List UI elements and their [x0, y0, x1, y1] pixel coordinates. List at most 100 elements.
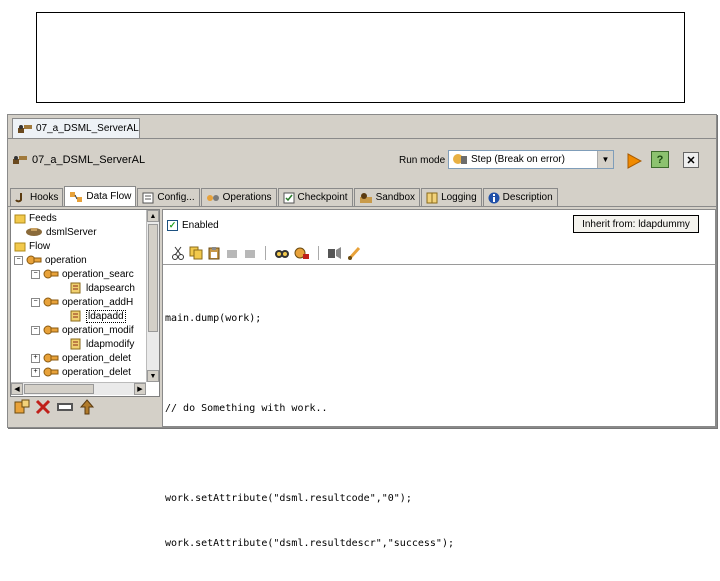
tab-description[interactable]: Description	[482, 188, 558, 206]
collapse-icon[interactable]: −	[31, 297, 40, 307]
tab-label: Data Flow	[86, 191, 132, 202]
copy-icon[interactable]	[189, 246, 203, 260]
tree-label: Feeds	[29, 212, 57, 224]
scroll-right-icon[interactable]: ▶	[134, 383, 146, 395]
tree-label: operation_modif	[62, 324, 134, 336]
delete-icon[interactable]	[35, 399, 51, 415]
tab-sandbox[interactable]: Sandbox	[353, 188, 421, 206]
tab-label: Checkpoint	[297, 192, 348, 203]
operation-icon	[43, 297, 59, 307]
tab-logging[interactable]: Logging	[421, 188, 482, 206]
close-button[interactable]: ✕	[683, 152, 699, 168]
tree-item-op-add[interactable]: − operation_addH	[31, 295, 133, 309]
toolbar-separator	[318, 246, 319, 260]
code-line: main.dump(work);	[165, 313, 262, 324]
cut-icon[interactable]	[171, 246, 185, 260]
editor-toolbar	[171, 246, 363, 260]
document-tab-label: 07_a_DSML_ServerAL	[36, 123, 139, 134]
tree-horizontal-scrollbar[interactable]: ◀ ▶	[11, 382, 146, 395]
scroll-down-icon[interactable]: ▼	[147, 370, 159, 382]
assembly-line-icon	[18, 124, 32, 133]
run-button[interactable]	[626, 153, 642, 169]
script-icon	[70, 310, 81, 322]
sandbox-icon	[359, 192, 372, 203]
brush-icon[interactable]	[347, 246, 363, 260]
scroll-up-icon[interactable]: ▲	[147, 210, 159, 222]
help-icon: ?	[656, 153, 664, 166]
tree-item-feeds[interactable]: Feeds	[14, 211, 57, 225]
tree-item-flow[interactable]: Flow	[14, 239, 50, 253]
tab-checkpoint[interactable]: Checkpoint	[277, 188, 353, 206]
assembly-line-window: 07_a_DSML_ServerAL 07_a_DSML_ServerAL Ru…	[7, 114, 717, 549]
expand-icon[interactable]: +	[31, 353, 40, 363]
tab-label: Logging	[441, 192, 477, 203]
tab-data-flow[interactable]: Data Flow	[64, 186, 137, 206]
close-icon: ✕	[686, 154, 696, 167]
tree-label: operation	[45, 254, 87, 266]
operation-icon	[43, 269, 59, 279]
document-tab[interactable]: 07_a_DSML_ServerAL	[12, 118, 140, 138]
script-icon	[70, 282, 81, 294]
hook-icon	[15, 192, 22, 202]
tab-config[interactable]: Config...	[137, 188, 200, 206]
collapse-icon[interactable]: −	[14, 255, 23, 265]
tab-divider	[8, 206, 716, 207]
run-mode-select[interactable]: Step (Break on error) ▼	[448, 150, 614, 169]
add-component-icon[interactable]	[14, 399, 30, 415]
scroll-thumb[interactable]	[148, 224, 158, 332]
tab-label: Hooks	[30, 192, 59, 203]
tree-label: operation_delet	[62, 366, 131, 378]
tab-bar: Hooks Data Flow Config... Operations Che…	[10, 186, 559, 206]
help-button[interactable]: ?	[651, 151, 669, 168]
script-editor-icon[interactable]	[327, 246, 343, 260]
paste-icon[interactable]	[207, 246, 221, 260]
script-editor[interactable]: main.dump(work); // do Something with wo…	[163, 264, 715, 549]
code-line: work.setAttribute("dsml.resultdescr","su…	[165, 538, 454, 549]
tree-item-ldapsearch[interactable]: ldapsearch	[69, 281, 135, 295]
tree-item-dsmlserver[interactable]: dsmlServer	[25, 225, 97, 239]
redo-icon[interactable]	[243, 246, 257, 260]
inherit-button[interactable]: Inherit from: ldapdummy	[573, 215, 699, 233]
tree-item-ldapadd[interactable]: ldapadd	[69, 309, 126, 323]
move-icon[interactable]	[79, 399, 95, 415]
enabled-checkbox[interactable]: ✓	[167, 220, 178, 231]
expand-icon[interactable]: +	[31, 367, 40, 377]
toolbar-separator	[265, 246, 266, 260]
tab-label: Operations	[222, 192, 272, 203]
rename-icon[interactable]	[56, 399, 74, 415]
operation-icon	[43, 353, 59, 363]
tree-item-ldapmodify[interactable]: ldapmodify	[69, 337, 134, 351]
run-mode-value: Step (Break on error)	[471, 154, 565, 165]
tree-label: dsmlServer	[46, 226, 97, 238]
connector-icon	[26, 228, 42, 236]
enabled-label: Enabled	[182, 220, 219, 231]
tree-label: operation_searc	[62, 268, 134, 280]
collapse-icon[interactable]: −	[31, 325, 40, 335]
tree-item-op-delete[interactable]: + operation_delet	[31, 351, 131, 365]
tree-label: operation_delet	[62, 352, 131, 364]
code-line: // do Something with work..	[165, 403, 328, 414]
tree-vertical-scrollbar[interactable]: ▲ ▼	[146, 210, 159, 382]
undo-icon[interactable]	[225, 246, 239, 260]
replace-icon[interactable]	[294, 246, 310, 260]
find-icon[interactable]	[274, 246, 290, 260]
tree-item-op-delete-2[interactable]: + operation_delet	[31, 365, 131, 379]
tab-hooks[interactable]: Hooks	[10, 188, 64, 206]
scroll-left-icon[interactable]: ◀	[11, 383, 23, 395]
tree-item-operation[interactable]: − operation	[14, 253, 87, 267]
collapse-icon[interactable]: −	[31, 269, 40, 279]
tree-label: operation_addH	[62, 296, 134, 308]
run-mode-label: Run mode	[399, 155, 446, 166]
scroll-thumb[interactable]	[24, 384, 94, 394]
chevron-down-icon[interactable]: ▼	[597, 151, 613, 168]
folder-icon	[14, 214, 26, 224]
play-icon	[627, 153, 642, 169]
tab-label: Config...	[157, 192, 195, 203]
tab-operations[interactable]: Operations	[200, 188, 277, 206]
tree-item-op-modify[interactable]: − operation_modif	[31, 323, 134, 337]
enabled-checkbox-row[interactable]: ✓ Enabled	[167, 220, 219, 231]
operation-icon	[43, 325, 59, 335]
tree-label: ldapsearch	[86, 282, 135, 294]
tree-item-op-search[interactable]: − operation_searc	[31, 267, 134, 281]
checkpoint-icon	[283, 192, 295, 203]
